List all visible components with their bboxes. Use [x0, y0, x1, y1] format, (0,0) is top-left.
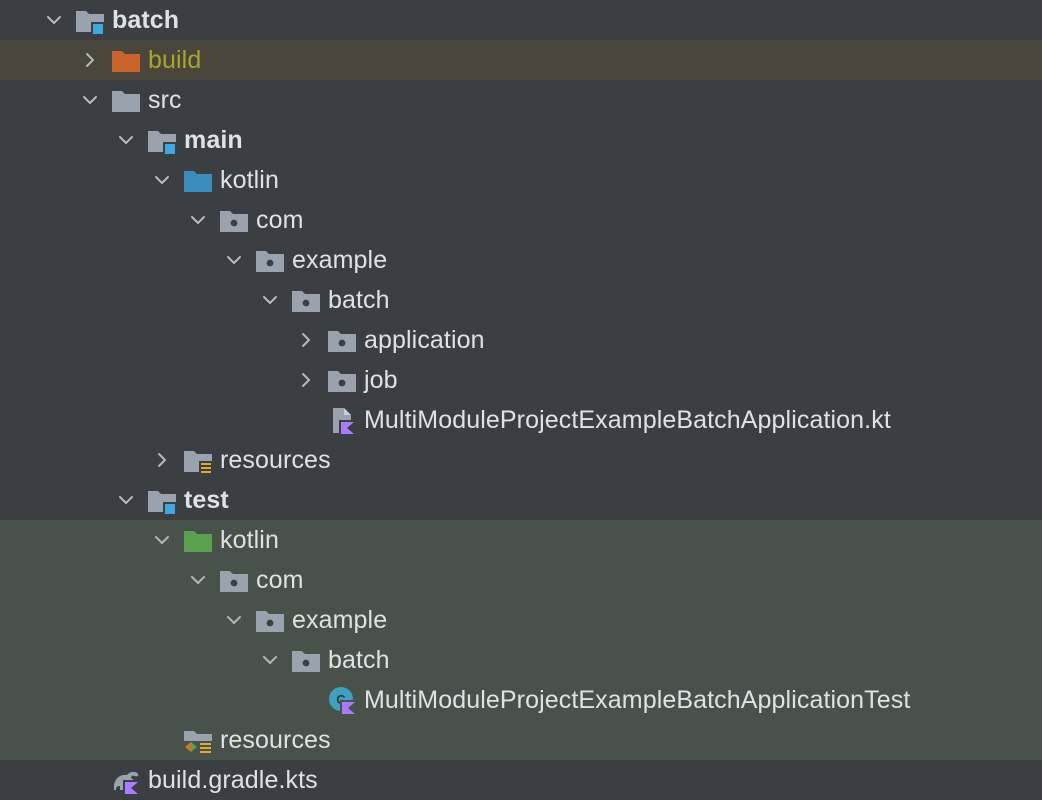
module-folder-icon	[144, 120, 180, 160]
tree-row-batch[interactable]: batch	[0, 0, 1042, 40]
module-folder-icon	[72, 0, 108, 40]
tree-item-label: batch	[112, 5, 180, 34]
tree-row-kotlin[interactable]: kotlin	[0, 520, 1042, 560]
package-icon	[324, 320, 360, 360]
module-folder-icon	[144, 480, 180, 520]
tree-item-label: MultiModuleProjectExampleBatchApplicatio…	[364, 685, 911, 714]
test-resources-folder-icon	[180, 720, 216, 760]
folder-icon	[108, 80, 144, 120]
tree-row-test[interactable]: test	[0, 480, 1042, 520]
tree-row-batch[interactable]: batch	[0, 640, 1042, 680]
package-icon	[252, 600, 288, 640]
tree-row-resources[interactable]: resources	[0, 440, 1042, 480]
kotlin-test-class-icon: C	[324, 680, 360, 720]
tree-row-build-gradle-kts[interactable]: build.gradle.kts	[0, 760, 1042, 800]
tree-row-com[interactable]: com	[0, 560, 1042, 600]
kotlin-file-icon	[324, 400, 360, 440]
tree-item-label: test	[184, 485, 229, 514]
chevron-down-icon[interactable]	[180, 200, 216, 240]
chevron-down-icon[interactable]	[36, 0, 72, 40]
tree-item-label: batch	[328, 645, 390, 674]
gradle-kts-file-icon	[108, 760, 144, 800]
tree-row-kotlin[interactable]: kotlin	[0, 160, 1042, 200]
chevron-right-icon[interactable]	[288, 360, 324, 400]
chevron-down-icon[interactable]	[252, 640, 288, 680]
tree-row-com[interactable]: com	[0, 200, 1042, 240]
tree-item-label: example	[292, 245, 388, 274]
tree-item-label: application	[364, 325, 485, 354]
tree-row-src[interactable]: src	[0, 80, 1042, 120]
tree-row-batch[interactable]: batch	[0, 280, 1042, 320]
chevron-right-icon[interactable]	[144, 440, 180, 480]
tree-row-example[interactable]: example	[0, 240, 1042, 280]
tree-row-job[interactable]: job	[0, 360, 1042, 400]
project-tree: batch build src main kotlin com example batch ap…	[0, 0, 1042, 800]
chevron-right-icon[interactable]	[72, 40, 108, 80]
package-icon	[216, 560, 252, 600]
chevron-right-icon[interactable]	[288, 320, 324, 360]
tree-item-label: build.gradle.kts	[148, 765, 318, 794]
tree-item-label: kotlin	[220, 525, 279, 554]
chevron-down-icon[interactable]	[180, 560, 216, 600]
chevron-down-icon[interactable]	[108, 480, 144, 520]
tree-row-resources[interactable]: resources	[0, 720, 1042, 760]
package-icon	[324, 360, 360, 400]
package-icon	[216, 200, 252, 240]
package-icon	[288, 280, 324, 320]
tree-row-build[interactable]: build	[0, 40, 1042, 80]
source-root-folder-icon	[180, 160, 216, 200]
tree-item-label: build	[148, 45, 202, 74]
chevron-down-icon[interactable]	[252, 280, 288, 320]
resources-folder-icon	[180, 440, 216, 480]
tree-item-label: kotlin	[220, 165, 279, 194]
tree-item-label: com	[256, 565, 304, 594]
chevron-down-icon[interactable]	[216, 600, 252, 640]
tree-row-multimoduleprojectexamplebatchapplicationtest[interactable]: C MultiModuleProjectExampleBatchApplicat…	[0, 680, 1042, 720]
tree-item-label: MultiModuleProjectExampleBatchApplicatio…	[364, 405, 891, 434]
chevron-down-icon[interactable]	[108, 120, 144, 160]
tree-item-label: resources	[220, 725, 331, 754]
tree-item-label: job	[364, 365, 398, 394]
package-icon	[252, 240, 288, 280]
test-source-root-folder-icon	[180, 520, 216, 560]
chevron-down-icon[interactable]	[144, 160, 180, 200]
tree-item-label: resources	[220, 445, 331, 474]
tree-item-label: example	[292, 605, 388, 634]
tree-item-label: main	[184, 125, 243, 154]
chevron-down-icon[interactable]	[72, 80, 108, 120]
tree-item-label: src	[148, 85, 182, 114]
chevron-down-icon[interactable]	[216, 240, 252, 280]
tree-item-label: batch	[328, 285, 390, 314]
package-icon	[288, 640, 324, 680]
tree-item-label: com	[256, 205, 304, 234]
excluded-folder-icon	[108, 40, 144, 80]
tree-row-multimoduleprojectexamplebatchapplication-kt[interactable]: MultiModuleProjectExampleBatchApplicatio…	[0, 400, 1042, 440]
tree-row-example[interactable]: example	[0, 600, 1042, 640]
tree-row-main[interactable]: main	[0, 120, 1042, 160]
chevron-down-icon[interactable]	[144, 520, 180, 560]
tree-row-application[interactable]: application	[0, 320, 1042, 360]
